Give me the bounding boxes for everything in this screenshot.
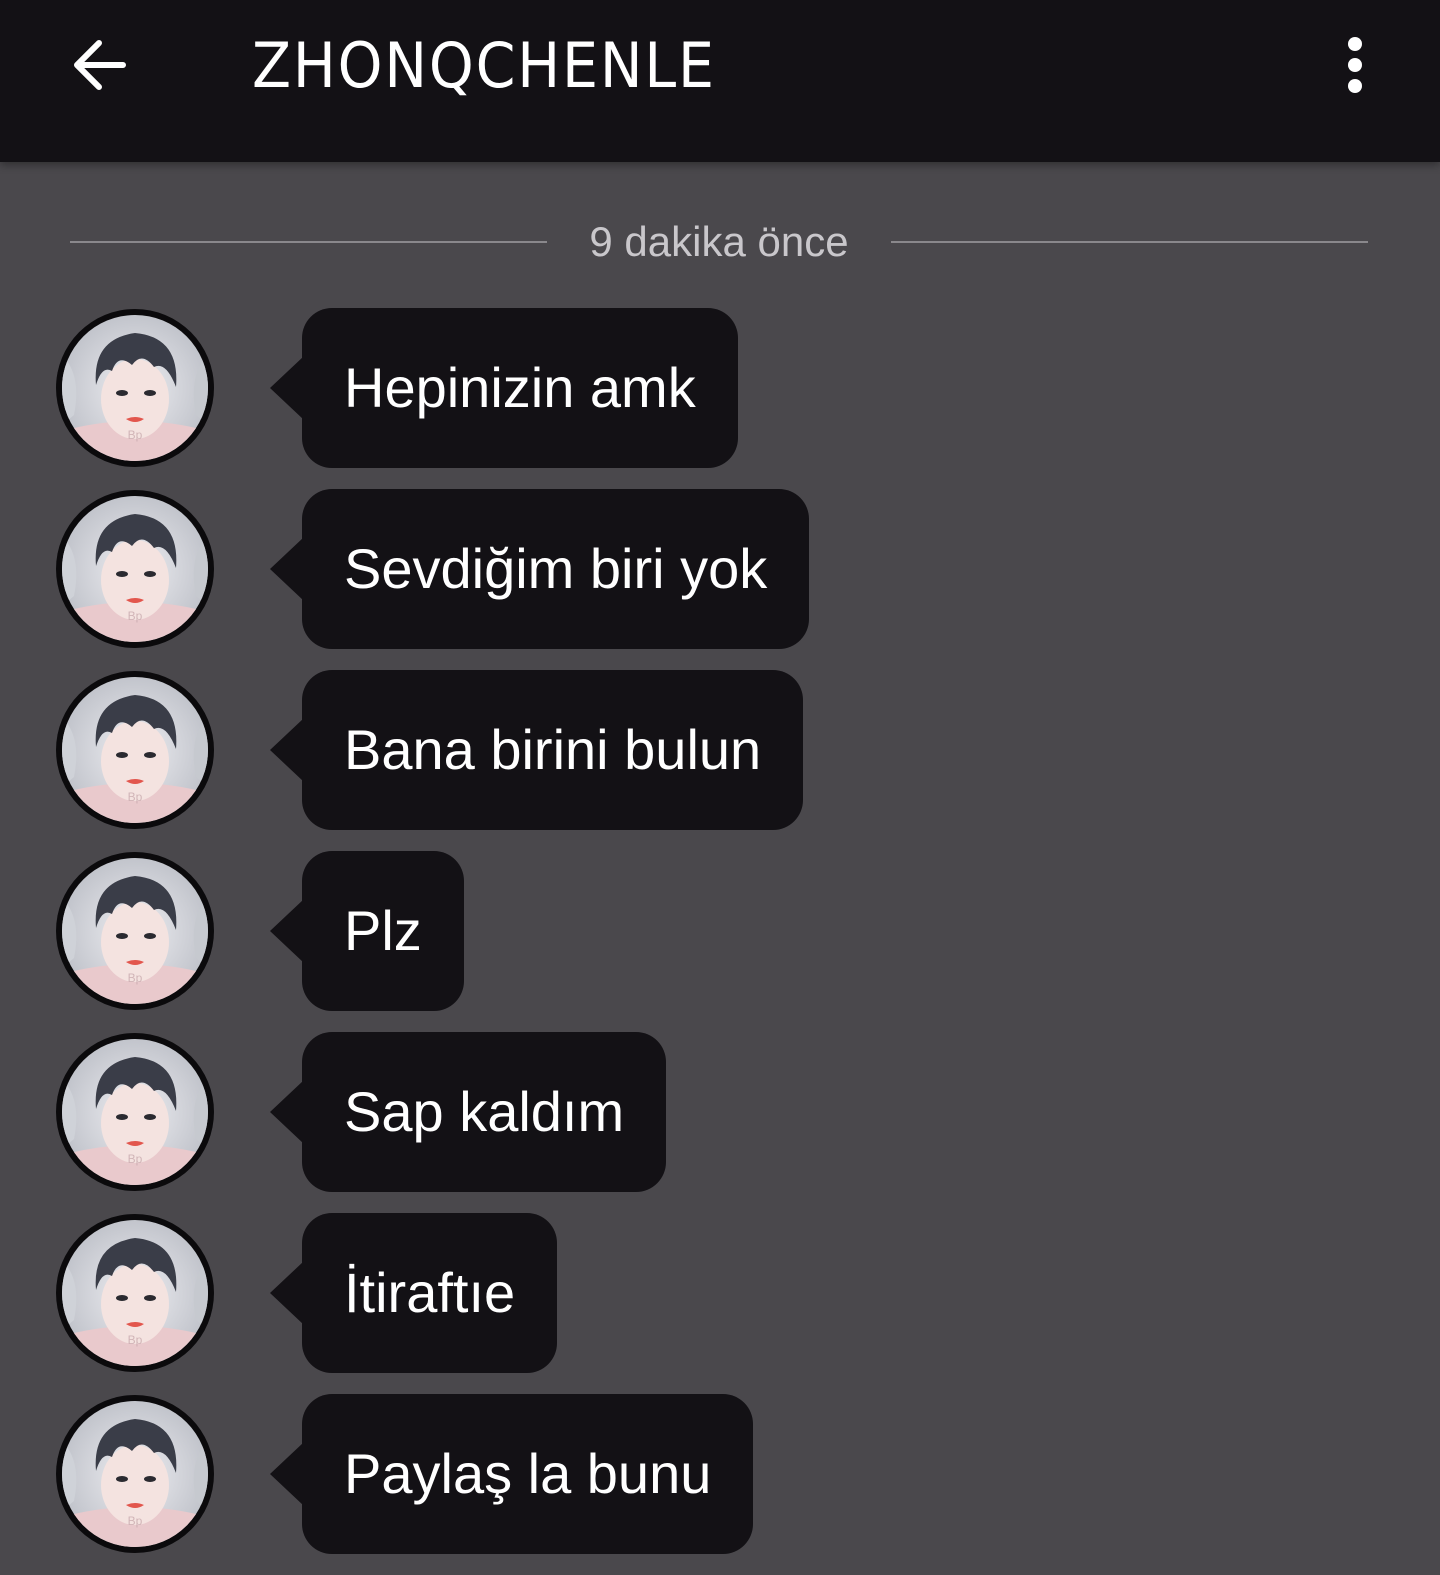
message-list: Bp Hepinizin amk Bp Sevdiğim biri yok Bp…: [0, 308, 1440, 1575]
avatar-image: Bp: [62, 858, 208, 1004]
avatar-photo-icon: Bp: [62, 496, 208, 642]
avatar[interactable]: Bp: [56, 309, 214, 467]
svg-text:Bp: Bp: [128, 1333, 143, 1347]
message-bubble[interactable]: Hepinizin amk: [302, 308, 738, 468]
message-row: Bp Sevdiğim biri yok: [0, 489, 1440, 670]
svg-text:Bp: Bp: [128, 1514, 143, 1528]
divider-timestamp: 9 dakika önce: [589, 218, 849, 265]
divider-line-left: [70, 241, 548, 243]
avatar[interactable]: Bp: [56, 671, 214, 829]
bubble-tail: [270, 718, 304, 782]
avatar-image: Bp: [62, 1039, 208, 1185]
top-app-bar: ZHONQCHENLE: [0, 0, 1440, 162]
avatar-photo-icon: Bp: [62, 677, 208, 823]
avatar-image: Bp: [62, 1220, 208, 1366]
back-button[interactable]: [56, 22, 142, 108]
avatar-photo-icon: Bp: [62, 858, 208, 1004]
chat-title: ZHONQCHENLE: [252, 29, 716, 102]
avatar[interactable]: Bp: [56, 1214, 214, 1372]
svg-text:Bp: Bp: [128, 1152, 143, 1166]
avatar[interactable]: Bp: [56, 490, 214, 648]
message-bubble[interactable]: İtiraftıe: [302, 1213, 558, 1373]
avatar-image: Bp: [62, 677, 208, 823]
avatar-image: Bp: [62, 496, 208, 642]
message-row: Bp Sap kaldım: [0, 1032, 1440, 1213]
arrow-left-icon: [74, 40, 126, 90]
message-bubble[interactable]: Sevdiğim biri yok: [302, 489, 810, 649]
bubble-tail: [270, 537, 304, 601]
bubble-tail: [270, 1442, 304, 1506]
divider-line-right: [890, 241, 1368, 243]
svg-text:Bp: Bp: [128, 609, 143, 623]
bubble-tail: [270, 356, 304, 420]
avatar-image: Bp: [62, 315, 208, 461]
avatar-image: Bp: [62, 1401, 208, 1547]
avatar-photo-icon: Bp: [62, 1039, 208, 1185]
bubble-tail: [270, 1080, 304, 1144]
avatar[interactable]: Bp: [56, 852, 214, 1010]
svg-text:Bp: Bp: [128, 971, 143, 985]
more-options-button[interactable]: [1320, 22, 1390, 108]
message-bubble[interactable]: Paylaş la bunu: [302, 1394, 754, 1554]
svg-text:Bp: Bp: [128, 428, 143, 442]
message-row: Bp İtiraftıe: [0, 1213, 1440, 1394]
message-row: Bp Bana birini bulun: [0, 670, 1440, 851]
avatar-photo-icon: Bp: [62, 1220, 208, 1366]
bubble-tail: [270, 1261, 304, 1325]
message-bubble[interactable]: Sap kaldım: [302, 1032, 667, 1192]
avatar[interactable]: Bp: [56, 1033, 214, 1191]
time-divider: 9 dakika önce: [70, 210, 1368, 274]
message-row: Bp Paylaş la bunu: [0, 1394, 1440, 1575]
avatar-photo-icon: Bp: [62, 1401, 208, 1547]
message-row: Bp Plz: [0, 851, 1440, 1032]
bubble-tail: [270, 899, 304, 963]
avatar-photo-icon: Bp: [62, 315, 208, 461]
svg-text:Bp: Bp: [128, 790, 143, 804]
avatar[interactable]: Bp: [56, 1395, 214, 1553]
message-row: Bp Hepinizin amk: [0, 308, 1440, 489]
more-vertical-icon: [1348, 37, 1362, 93]
message-bubble[interactable]: Plz: [302, 851, 464, 1011]
message-bubble[interactable]: Bana birini bulun: [302, 670, 804, 830]
